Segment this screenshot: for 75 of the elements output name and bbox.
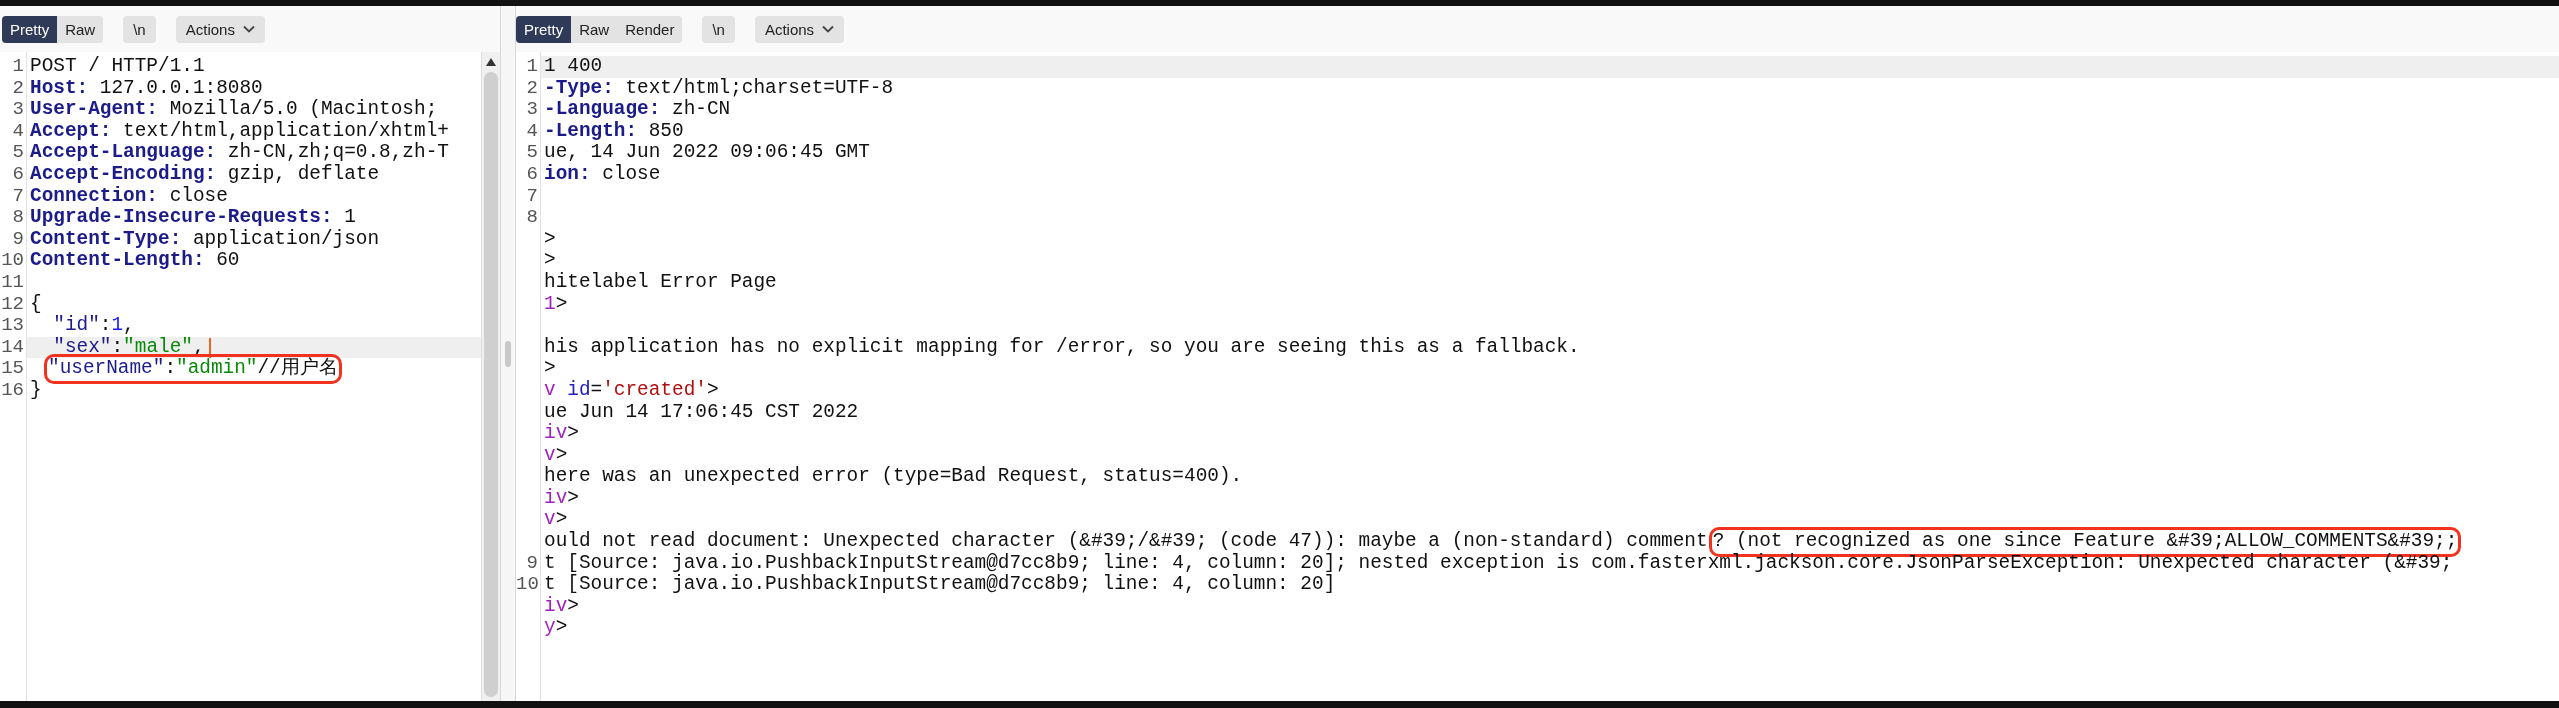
code-line: POST / HTTP/1.1 bbox=[30, 56, 205, 78]
line-number: 8 bbox=[12, 206, 24, 229]
line-number: 2 bbox=[12, 76, 24, 99]
code-line: ould not read document: Unexpected character (&#39;/&#39; (code 47)): maybe a (non-standard) comment bbox=[544, 531, 1708, 553]
newline-toggle-button[interactable]: \n bbox=[123, 15, 156, 43]
line-number: 9 bbox=[526, 551, 538, 574]
line-number: 2 bbox=[526, 76, 538, 99]
view-tab[interactable]: Pretty bbox=[2, 15, 58, 43]
code-line: iv> bbox=[544, 423, 579, 445]
line-number: 4 bbox=[12, 119, 24, 142]
code-line: iv> bbox=[544, 595, 579, 618]
code-line: ion: close bbox=[544, 163, 661, 186]
code-line: { bbox=[30, 293, 42, 316]
scrollbar[interactable] bbox=[481, 52, 500, 701]
code-line: here was an unexpected error (type=Bad Request, status=400). bbox=[544, 466, 1243, 488]
actions-button[interactable]: Actions bbox=[754, 15, 845, 43]
code-line: Connection: close bbox=[30, 185, 228, 207]
line-number: 13 bbox=[1, 314, 24, 337]
newline-toggle-button[interactable]: \n bbox=[702, 15, 735, 43]
line-number: 1 bbox=[12, 55, 24, 77]
actions-button[interactable]: Actions bbox=[175, 15, 265, 43]
code-line: Accept-Encoding: gzip, deflate bbox=[30, 163, 380, 186]
code-line: Accept-Language: zh-CN,zh;q=0.8,zh-T bbox=[30, 142, 449, 164]
scrollbar-thumb[interactable] bbox=[484, 72, 498, 697]
code-line: his application has no explicit mapping for /error, so you are seeing this as a fallback. bbox=[544, 336, 1580, 359]
code-line: -Type: text/html;charset=UTF-8 bbox=[544, 77, 894, 99]
code-line: Host: 127.0.0.1:8080 bbox=[30, 77, 263, 99]
chevron-down-icon bbox=[242, 25, 255, 33]
line-number: 3 bbox=[526, 98, 538, 121]
splitter-handle[interactable] bbox=[505, 340, 511, 367]
line-number: 7 bbox=[12, 184, 24, 207]
code-line: t [Source: java.io.PushbackInputStream@d7cc8b9; line: 4, column: 20] bbox=[544, 574, 1336, 596]
line-number: 6 bbox=[526, 162, 538, 185]
code-line: Accept: text/html,application/xhtml+ bbox=[30, 120, 449, 142]
code-line: } bbox=[30, 379, 42, 402]
code-line: v> bbox=[544, 509, 568, 531]
code-line: hitelabel Error Page bbox=[544, 271, 777, 294]
line-number: 10 bbox=[1, 249, 24, 272]
code-line: Content-Length: 60 bbox=[30, 250, 240, 272]
code-line: ue Jun 14 17:06:45 CST 2022 bbox=[544, 401, 859, 423]
line-number: 5 bbox=[12, 141, 24, 164]
code-line: ue, 14 Jun 2022 09:06:45 GMT bbox=[544, 142, 870, 164]
line-number: 6 bbox=[12, 162, 24, 185]
code-line: -Language: zh-CN bbox=[544, 99, 731, 121]
line-number: 8 bbox=[526, 206, 538, 229]
line-number: 4 bbox=[526, 119, 538, 142]
code-line: > bbox=[544, 228, 556, 251]
code-line: 1> bbox=[544, 293, 568, 316]
line-number: 1 bbox=[526, 55, 538, 77]
code-line: > bbox=[544, 250, 556, 272]
line-number: 14 bbox=[1, 335, 24, 358]
code-line: y> bbox=[544, 617, 568, 640]
line-number: 16 bbox=[1, 378, 24, 401]
code-line: Upgrade-Insecure-Requests: 1 bbox=[30, 207, 356, 229]
line-number: 15 bbox=[1, 357, 24, 380]
code-line: 1 400 bbox=[544, 56, 603, 78]
chevron-down-icon bbox=[822, 25, 835, 33]
code-line: v> bbox=[544, 444, 568, 466]
line-number: 3 bbox=[12, 98, 24, 121]
line-number: 5 bbox=[526, 141, 538, 164]
view-tab[interactable]: Pretty bbox=[516, 15, 572, 43]
scroll-up-icon bbox=[486, 58, 496, 66]
code-line: > bbox=[544, 358, 556, 380]
code-line: Content-Type: application/json bbox=[30, 228, 380, 250]
code-line: v id='created'> bbox=[544, 379, 719, 402]
line-number: 12 bbox=[1, 292, 24, 315]
code-line: User-Agent: Mozilla/5.0 (Macintosh; bbox=[30, 99, 438, 121]
line-number: 7 bbox=[526, 184, 538, 207]
line-number: 9 bbox=[12, 227, 24, 250]
code-line: "id":1, bbox=[52, 315, 135, 337]
code-line: iv> bbox=[544, 487, 579, 510]
line-number: 10 bbox=[516, 573, 539, 596]
line-number: 11 bbox=[1, 270, 24, 293]
code-line: -Length: 850 bbox=[544, 120, 684, 143]
code-line: t [Source: java.io.PushbackInputStream@d7cc8b9; line: 4, column: 20]; nested exception is com.fasterxml.jackson.core.JsonParseException: Unexpected character (&#39; bbox=[544, 552, 2453, 574]
